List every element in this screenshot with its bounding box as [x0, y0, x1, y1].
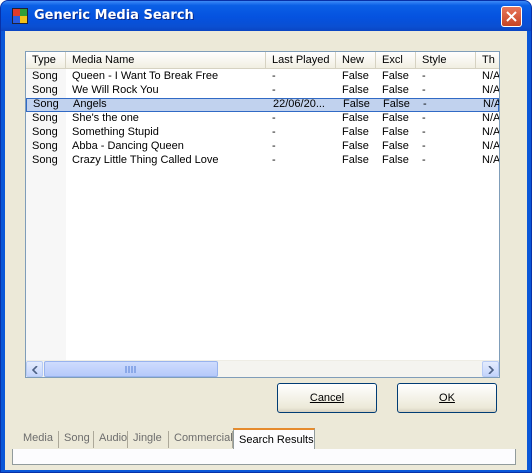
column-header[interactable]: Th	[476, 52, 499, 69]
close-button[interactable]	[501, 6, 522, 27]
table-cell: -	[422, 126, 426, 138]
table-cell: False	[342, 84, 369, 96]
table-cell: Crazy Little Thing Called Love	[72, 154, 219, 166]
tab-song[interactable]: Song	[59, 431, 94, 448]
column-header[interactable]: Style	[416, 52, 476, 69]
grip-icon	[125, 366, 137, 373]
table-cell: Song	[32, 84, 58, 96]
table-cell: N/A	[483, 98, 500, 110]
table-cell: N/A	[482, 112, 500, 124]
table-row[interactable]: Song She's the one - False False - N/A	[26, 112, 499, 126]
table-row[interactable]: Song Abba - Dancing Queen - False False - N/A	[26, 140, 499, 154]
table-row[interactable]: Song Something Stupid - False False - N/A	[26, 126, 499, 140]
table-cell: False	[382, 154, 409, 166]
column-header[interactable]: Media Name	[66, 52, 266, 69]
table-cell: Song	[32, 154, 58, 166]
table-cell: -	[272, 126, 276, 138]
table-cell: She's the one	[72, 112, 139, 124]
window-client-area: Type Media Name Last Played New Excl Style Th …	[5, 31, 527, 470]
table-cell: -	[272, 154, 276, 166]
table-cell: -	[272, 84, 276, 96]
table-row[interactable]: Song Crazy Little Thing Called Love - False…	[26, 154, 499, 168]
table-cell: False	[382, 126, 409, 138]
table-cell: False	[343, 98, 370, 110]
table-cell: False	[342, 70, 369, 82]
results-listview[interactable]: Type Media Name Last Played New Excl Style Th …	[25, 51, 500, 378]
table-cell: False	[342, 126, 369, 138]
table-cell: N/A	[482, 70, 500, 82]
cancel-button[interactable]: Cancel	[277, 383, 377, 413]
table-cell: Song	[32, 140, 58, 152]
column-header[interactable]: Last Played	[266, 52, 336, 69]
table-cell: -	[272, 70, 276, 82]
scroll-left-button[interactable]	[26, 361, 43, 377]
table-cell: Song	[32, 112, 58, 124]
table-cell: Song	[33, 98, 59, 110]
close-icon	[506, 11, 517, 22]
table-cell: False	[342, 112, 369, 124]
tab-search-results[interactable]: Search Results	[233, 428, 315, 450]
table-cell: Song	[32, 70, 58, 82]
table-cell: 22/06/20...	[273, 98, 325, 110]
app-icon	[12, 8, 28, 24]
table-cell: -	[423, 98, 427, 110]
table-cell: N/A	[482, 154, 500, 166]
title-bar[interactable]: Generic Media Search	[1, 1, 531, 31]
tab-media[interactable]: Media	[18, 431, 59, 448]
table-cell: False	[382, 70, 409, 82]
table-cell: -	[422, 112, 426, 124]
table-cell: N/A	[482, 126, 500, 138]
tab-strip: Media Song Audio Jingle Commercial Search Res…	[12, 428, 516, 450]
tab-audio[interactable]: Audio	[94, 431, 128, 448]
tab-page-area	[12, 449, 516, 465]
window-title: Generic Media Search	[34, 8, 194, 23]
table-cell: N/A	[482, 140, 500, 152]
column-header[interactable]: Excl	[376, 52, 416, 69]
table-cell: False	[382, 112, 409, 124]
table-cell: N/A	[482, 84, 500, 96]
table-cell: Abba - Dancing Queen	[72, 140, 184, 152]
tab-jingle[interactable]: Jingle	[128, 431, 169, 448]
tab-commercial[interactable]: Commercial	[169, 431, 233, 448]
table-cell: -	[422, 154, 426, 166]
table-cell: False	[382, 84, 409, 96]
table-cell: False	[382, 140, 409, 152]
column-header[interactable]: New	[336, 52, 376, 69]
listview-header: Type Media Name Last Played New Excl Style Th	[26, 52, 499, 69]
main-window: Generic Media Search Type Media Name Last …	[0, 0, 532, 473]
table-cell: -	[422, 70, 426, 82]
table-cell: Song	[32, 126, 58, 138]
table-cell: Angels	[73, 98, 107, 110]
horizontal-scrollbar[interactable]	[26, 360, 499, 377]
table-cell: Queen - I Want To Break Free	[72, 70, 219, 82]
table-cell: False	[383, 98, 410, 110]
table-cell: -	[422, 84, 426, 96]
table-cell: False	[342, 154, 369, 166]
scroll-thumb[interactable]	[44, 361, 218, 377]
table-row[interactable]: Song Queen - I Want To Break Free - False Fa…	[26, 70, 499, 84]
table-cell: Something Stupid	[72, 126, 159, 138]
arrow-right-icon	[488, 366, 494, 374]
ok-button[interactable]: OK	[397, 383, 497, 413]
table-cell: -	[422, 140, 426, 152]
table-cell: -	[272, 112, 276, 124]
table-cell: False	[342, 140, 369, 152]
table-cell: We Will Rock You	[72, 84, 159, 96]
table-cell: -	[272, 140, 276, 152]
table-row[interactable]: Song We Will Rock You - False False - N/A	[26, 84, 499, 98]
column-header[interactable]: Type	[26, 52, 66, 69]
scroll-right-button[interactable]	[482, 361, 499, 377]
table-row[interactable]: Song Angels 22/06/20... False False - N/A	[26, 98, 499, 112]
arrow-left-icon	[32, 366, 38, 374]
